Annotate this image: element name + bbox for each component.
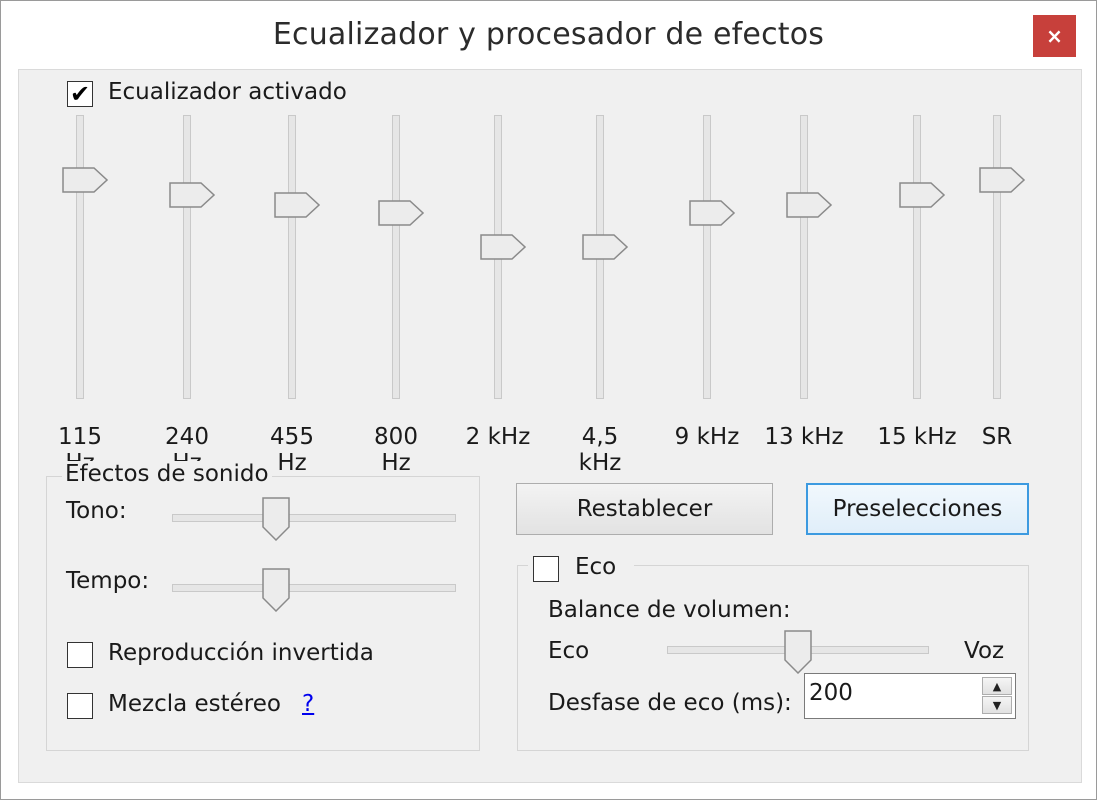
tone-label: Tono:	[66, 498, 127, 524]
eq-slider-thumb[interactable]	[689, 200, 735, 226]
stereo-mix-checkbox[interactable]	[67, 693, 93, 719]
eq-slider-thumb[interactable]	[582, 233, 628, 260]
echo-checkbox[interactable]	[533, 556, 559, 582]
eq-slider-track[interactable]	[703, 115, 711, 399]
tone-slider-thumb[interactable]	[261, 497, 290, 541]
echo-delay-spinner[interactable]: 200 ▲ ▼	[804, 673, 1016, 719]
eq-band-label: 15 kHz	[877, 424, 957, 450]
checkmark-icon: ✔	[69, 80, 91, 108]
eq-slider-thumb[interactable]	[786, 192, 832, 219]
eq-slider-track[interactable]	[800, 115, 808, 399]
eq-slider-thumb[interactable]	[480, 233, 526, 260]
echo-group	[517, 565, 1029, 751]
spin-down-icon[interactable]: ▼	[982, 696, 1012, 714]
eq-band-label: 2 kHz	[465, 424, 531, 450]
spin-up-icon[interactable]: ▲	[982, 677, 1012, 695]
window-title: Ecualizador y procesador de efectos	[272, 17, 825, 52]
volume-balance-label: Balance de volumen:	[548, 597, 791, 623]
eq-slider-track[interactable]	[76, 115, 84, 399]
tempo-slider-track[interactable]	[172, 584, 456, 592]
eq-slider-track[interactable]	[993, 115, 1001, 399]
close-button[interactable]: ×	[1033, 15, 1076, 57]
eq-band-label: SR	[981, 424, 1013, 450]
eq-band-label: 4,5 kHz	[578, 424, 622, 476]
reverse-playback-label: Reproducción invertida	[108, 640, 374, 666]
eq-band-label: 800 Hz	[374, 424, 418, 476]
tempo-label: Tempo:	[66, 568, 150, 594]
equalizer-enabled-checkbox[interactable]: ✔	[67, 81, 93, 107]
eq-slider-thumb[interactable]	[62, 166, 108, 193]
stereo-mix-help-link[interactable]: ?	[302, 691, 314, 717]
reset-button[interactable]: Restablecer	[516, 483, 773, 535]
eq-band-label: 13 kHz	[764, 424, 844, 450]
tempo-slider-thumb[interactable]	[261, 568, 290, 612]
eq-slider-thumb[interactable]	[899, 182, 945, 208]
echo-label: Eco	[575, 554, 617, 580]
sound-effects-title: Efectos de sonido	[62, 461, 272, 487]
balance-right-label: Voz	[964, 638, 1005, 664]
balance-left-label: Eco	[548, 638, 590, 664]
eq-slider-thumb[interactable]	[169, 182, 215, 208]
reverse-playback-checkbox[interactable]	[67, 642, 93, 668]
echo-delay-label: Desfase de eco (ms):	[548, 690, 792, 716]
presets-button[interactable]: Preselecciones	[806, 483, 1029, 535]
balance-slider-thumb[interactable]	[784, 630, 812, 674]
eq-slider-track[interactable]	[913, 115, 921, 399]
eq-slider-track[interactable]	[392, 115, 400, 399]
eq-band-label: 9 kHz	[674, 424, 740, 450]
echo-delay-value[interactable]: 200	[809, 680, 853, 706]
stereo-mix-label: Mezcla estéreo	[108, 691, 281, 717]
eq-slider-track[interactable]	[288, 115, 296, 399]
tone-slider-track[interactable]	[172, 514, 456, 522]
eq-slider-thumb[interactable]	[274, 192, 320, 219]
eq-slider-thumb[interactable]	[979, 166, 1025, 193]
equalizer-enabled-label: Ecualizador activado	[108, 79, 347, 105]
close-icon: ×	[1046, 24, 1063, 48]
eq-slider-track[interactable]	[183, 115, 191, 399]
eq-slider-thumb[interactable]	[378, 200, 424, 226]
